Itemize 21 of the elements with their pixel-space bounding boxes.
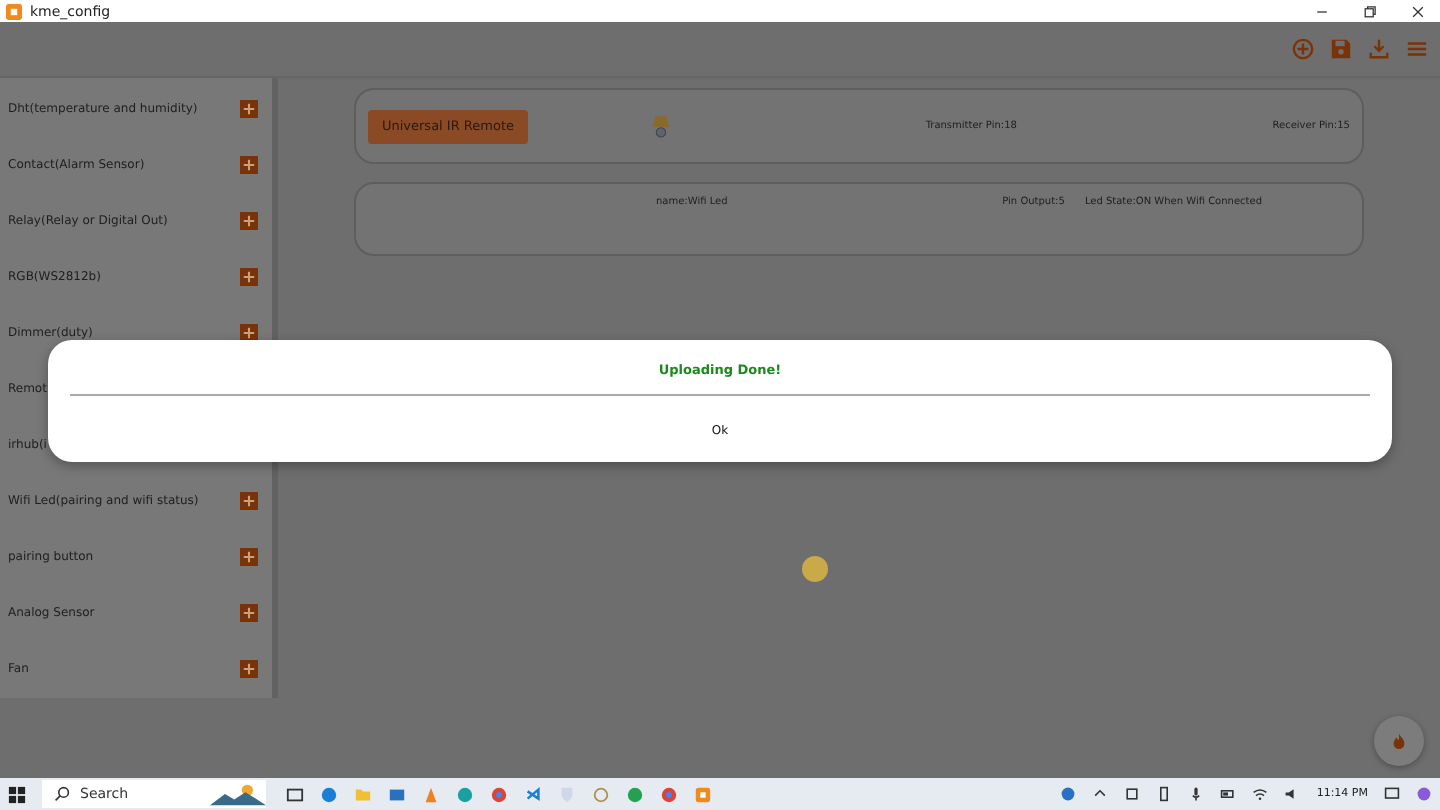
wifi-icon[interactable]	[1252, 786, 1269, 802]
microphone-icon[interactable]	[1188, 786, 1205, 802]
add-button[interactable]	[240, 323, 258, 341]
notification-icon[interactable]	[1384, 786, 1400, 802]
cursor-highlight	[802, 556, 828, 582]
task-view-icon[interactable]	[286, 785, 304, 803]
fire-button[interactable]	[1374, 716, 1424, 766]
close-icon[interactable]	[1410, 3, 1426, 19]
chrome-icon[interactable]	[660, 785, 678, 803]
lamp-icon	[652, 113, 670, 139]
restore-icon[interactable]	[1362, 3, 1378, 19]
flame-icon	[1390, 732, 1408, 750]
cone-icon[interactable]	[422, 785, 440, 803]
chrome-icon[interactable]	[490, 785, 508, 803]
battery-icon[interactable]	[1220, 786, 1237, 802]
search-icon	[54, 786, 70, 802]
mail-icon[interactable]	[388, 785, 406, 803]
start-icon[interactable]	[8, 785, 26, 803]
code-icon[interactable]	[524, 785, 542, 803]
chevron-icon[interactable]	[1092, 786, 1109, 802]
landscape-icon	[210, 782, 266, 806]
